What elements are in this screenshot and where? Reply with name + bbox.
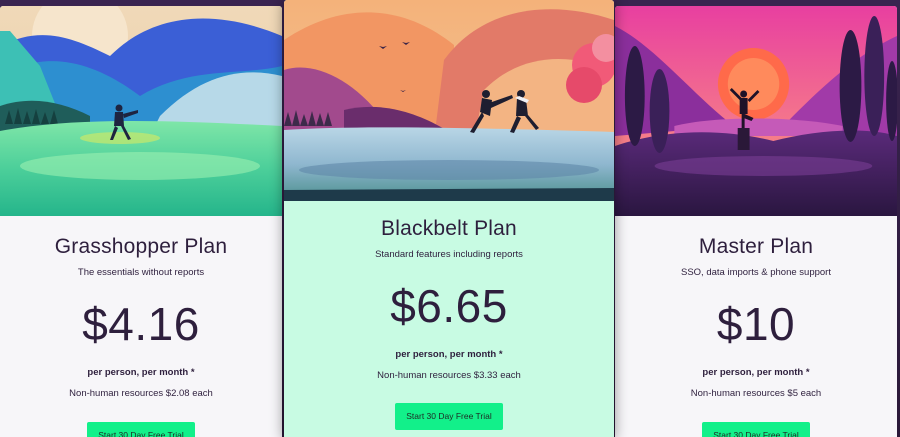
plan-name: Grasshopper Plan xyxy=(54,235,228,258)
start-trial-button[interactable]: Start 30 Day Free Trial xyxy=(702,422,810,437)
pricing-card-blackbelt: Blackbelt Plan Standard features includi… xyxy=(284,0,614,437)
pricing-card-master: Master Plan SSO, data imports & phone su… xyxy=(615,6,897,437)
start-trial-button[interactable]: Start 30 Day Free Trial xyxy=(395,403,503,430)
plan-billing-period: per person, per month * xyxy=(87,367,195,378)
sparring-illustration xyxy=(284,0,614,201)
plan-price: $10 xyxy=(716,298,796,350)
plan-subtitle: Standard features including reports xyxy=(375,249,523,260)
plan-price: $6.65 xyxy=(390,280,508,332)
pricing-card-grasshopper: Grasshopper Plan The essentials without … xyxy=(0,6,282,437)
plan-extra-pricing: Non-human resources $5 each xyxy=(690,388,822,399)
plan-billing-period: per person, per month * xyxy=(395,349,503,360)
plan-price: $4.16 xyxy=(82,298,200,350)
plan-details: Grasshopper Plan The essentials without … xyxy=(0,234,282,437)
plan-details: Master Plan SSO, data imports & phone su… xyxy=(615,234,897,437)
crane-stance-illustration xyxy=(615,6,897,216)
plan-details: Blackbelt Plan Standard features includi… xyxy=(284,216,614,430)
plan-billing-period: per person, per month * xyxy=(702,367,810,378)
plan-extra-pricing: Non-human resources $2.08 each xyxy=(69,388,213,399)
plan-subtitle: SSO, data imports & phone support xyxy=(681,267,831,278)
plan-name: Blackbelt Plan xyxy=(381,217,517,240)
plan-name: Master Plan xyxy=(698,235,814,258)
plan-extra-pricing: Non-human resources $3.33 each xyxy=(377,370,521,381)
start-trial-button[interactable]: Start 30 Day Free Trial xyxy=(87,422,195,437)
plan-subtitle: The essentials without reports xyxy=(77,267,205,278)
karate-kick-illustration xyxy=(0,6,282,216)
